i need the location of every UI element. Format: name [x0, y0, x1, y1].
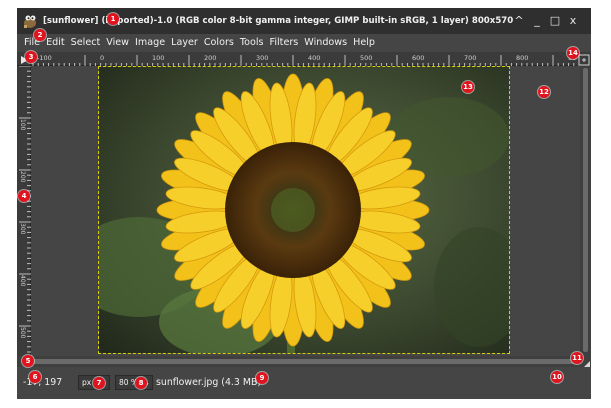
menu-view[interactable]: View [106, 34, 129, 52]
ruler-label: 400 [308, 54, 320, 62]
horizontal-scrollbar-thumb[interactable] [33, 359, 578, 364]
annotation-marker: 7 [93, 377, 105, 389]
close-button[interactable]: x [565, 12, 581, 30]
annotation-marker: 13 [462, 81, 474, 93]
menu-image[interactable]: Image [135, 34, 165, 52]
ruler-label: 400 [19, 275, 26, 287]
annotation-marker: 2 [34, 29, 46, 41]
vertical-scrollbar[interactable] [580, 66, 591, 356]
vertical-scrollbar-thumb[interactable] [583, 68, 588, 352]
window-shade-button[interactable]: ^ [511, 12, 527, 30]
ruler-label: 500 [19, 327, 26, 339]
horizontal-ruler[interactable]: -100 0 100 200 300 400 500 600 700 800 9… [31, 52, 580, 67]
ruler-label: 800 [516, 54, 528, 62]
annotation-marker: 10 [551, 371, 563, 383]
menu-layer[interactable]: Layer [171, 34, 198, 52]
annotation-marker: 12 [538, 86, 550, 98]
vertical-ruler-scale: 100 200 300 400 500 [19, 65, 31, 353]
menu-select[interactable]: Select [71, 34, 101, 52]
ruler-label: 600 [412, 54, 424, 62]
unit-value: px [82, 378, 92, 387]
zoom-selector[interactable]: 80 % ⌄ [115, 375, 153, 390]
minimize-button[interactable]: _ [529, 12, 545, 30]
ruler-label: 300 [19, 223, 26, 235]
ruler-label: 700 [464, 54, 476, 62]
vertical-ruler[interactable]: 100 200 300 400 500 [17, 65, 31, 356]
annotation-marker: 4 [18, 190, 30, 202]
annotation-marker: 9 [256, 372, 268, 384]
ruler-label: 100 [152, 54, 164, 62]
ruler-label: 0 [100, 54, 104, 62]
annotation-marker: 6 [29, 371, 41, 383]
menu-edit[interactable]: Edit [46, 34, 65, 52]
menu-tools[interactable]: Tools [240, 34, 264, 52]
ruler-label: -100 [37, 54, 52, 62]
menu-filters[interactable]: Filters [270, 34, 299, 52]
ruler-label: 100 [19, 119, 26, 131]
navigate-button[interactable] [577, 52, 591, 66]
annotation-marker: 3 [25, 51, 37, 63]
image-canvas[interactable] [31, 66, 580, 356]
image-layer-boundary[interactable] [98, 66, 510, 354]
title-bar: [sunflower] (imported)-1.0 (RGB color 8-… [17, 8, 591, 34]
menu-help[interactable]: Help [353, 34, 375, 52]
menu-bar: File Edit Select View Image Layer Colors… [17, 34, 591, 52]
navigate-icon [578, 54, 590, 66]
ruler-label: 200 [204, 54, 216, 62]
annotation-marker: 5 [22, 355, 34, 367]
file-info: sunflower.jpg (4.3 MB) [156, 377, 262, 388]
annotation-marker: 1 [107, 13, 119, 25]
ruler-label: 500 [360, 54, 372, 62]
sunflower-image [99, 67, 509, 353]
horizontal-scrollbar[interactable] [17, 356, 580, 367]
maximize-button[interactable]: □ [547, 12, 563, 30]
ruler-label: 200 [19, 171, 26, 183]
annotation-marker: 11 [571, 352, 583, 364]
gimp-app-icon[interactable] [22, 13, 38, 29]
ruler-label: 300 [256, 54, 268, 62]
horizontal-ruler-scale: -100 0 100 200 300 400 500 600 700 800 9… [32, 54, 580, 67]
annotation-marker: 8 [135, 377, 147, 389]
annotation-marker: 14 [567, 47, 579, 59]
menu-windows[interactable]: Windows [304, 34, 347, 52]
menu-colors[interactable]: Colors [204, 34, 234, 52]
gimp-window: [sunflower] (imported)-1.0 (RGB color 8-… [17, 8, 591, 399]
